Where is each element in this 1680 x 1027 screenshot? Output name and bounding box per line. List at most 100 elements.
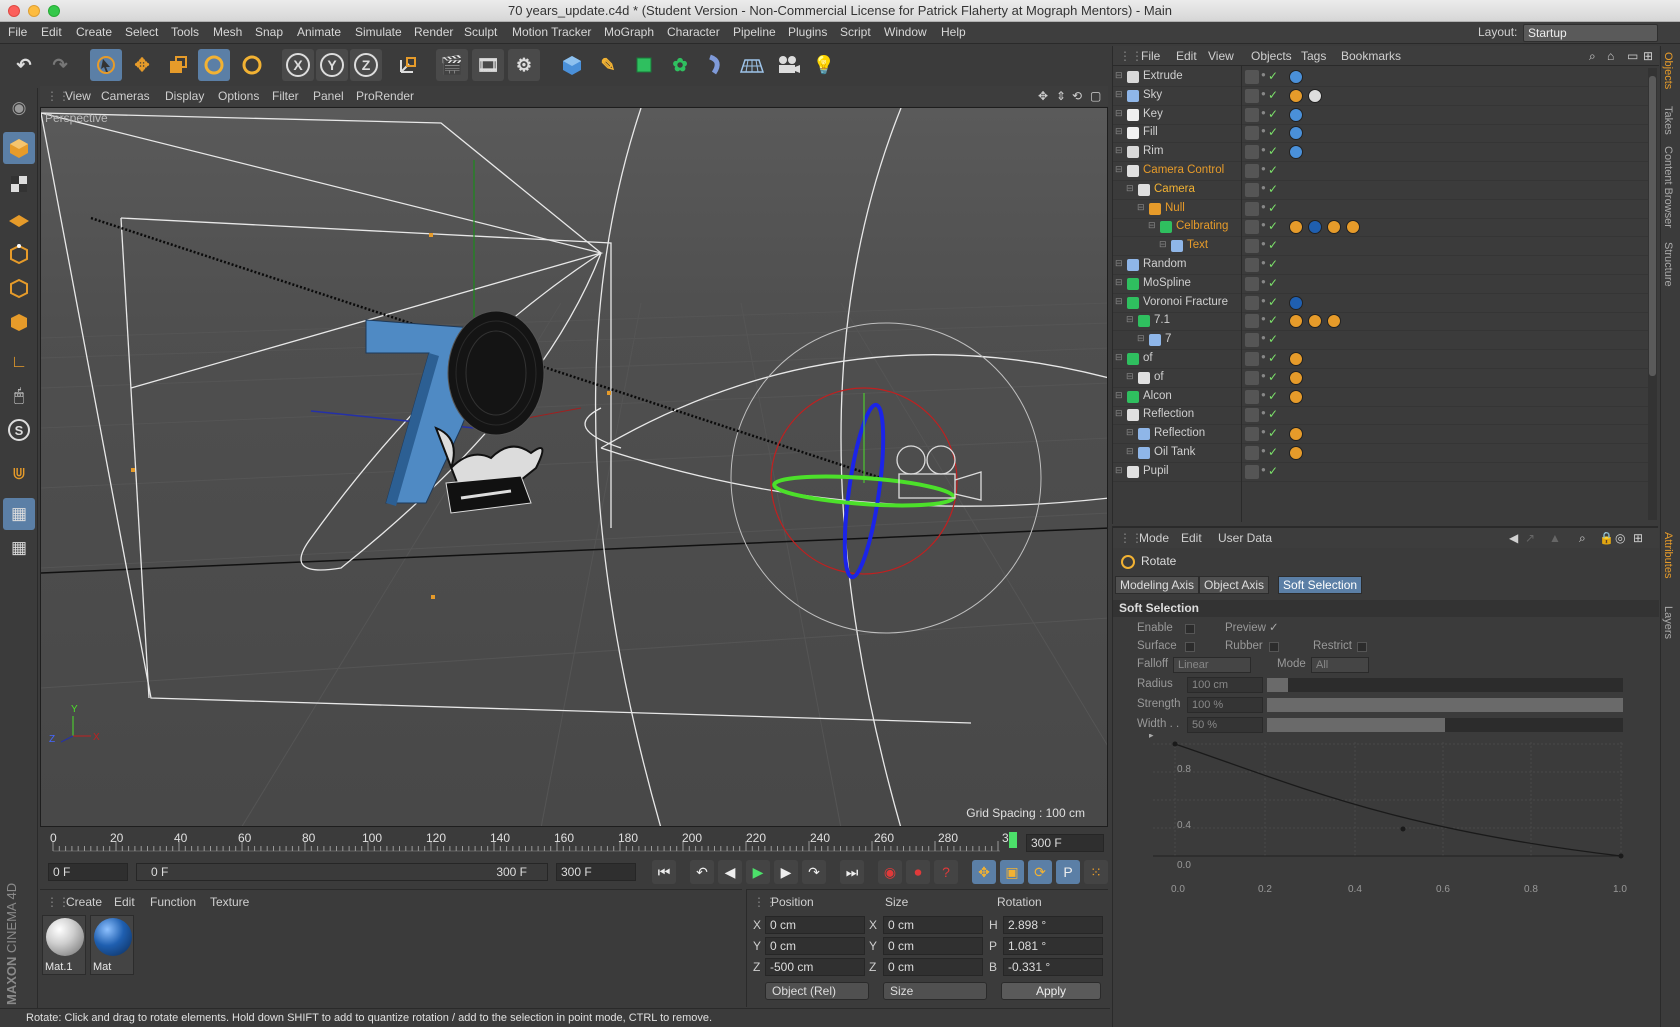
object-tag-icon[interactable]: [1289, 370, 1303, 385]
expand-toggle-icon[interactable]: ⊟: [1115, 258, 1123, 269]
record-active-objects-icon[interactable]: ◉: [878, 860, 902, 884]
editor-visibility-dot[interactable]: ●: [1261, 202, 1266, 211]
perspective-viewport[interactable]: Y X Z Perspective Grid Spacing : 100 cm: [40, 107, 1108, 827]
viewport-orbit-icon[interactable]: ⟲: [1072, 89, 1082, 103]
expand-toggle-icon[interactable]: ⊟: [1115, 126, 1123, 137]
object-row[interactable]: ⊟ Random ● ✓: [1113, 255, 1648, 275]
objects-menu-file[interactable]: File: [1141, 49, 1160, 63]
preview-checkbox[interactable]: ✓: [1269, 620, 1279, 634]
object-tag-icon[interactable]: [1289, 389, 1303, 404]
enabled-check-icon[interactable]: ✓: [1268, 219, 1278, 233]
object-row[interactable]: ⊟ Rim ● ✓: [1113, 142, 1648, 163]
coordinate-mode-dropdown[interactable]: Object (Rel): [765, 982, 869, 1000]
menu-mograph[interactable]: MoGraph: [604, 25, 654, 39]
enabled-check-icon[interactable]: ✓: [1268, 238, 1278, 252]
extruded-zero-object[interactable]: [447, 310, 545, 436]
object-tag-icon[interactable]: [1289, 295, 1303, 310]
editor-visibility-dot[interactable]: ●: [1261, 145, 1266, 154]
layer-visibility-icon[interactable]: [1245, 389, 1259, 404]
object-row[interactable]: ⊟ Alcon ● ✓: [1113, 387, 1648, 407]
rotation-b-field[interactable]: -0.331 °: [1003, 958, 1103, 976]
layer-visibility-icon[interactable]: [1245, 370, 1259, 385]
snapping-icon[interactable]: S: [3, 414, 35, 446]
curve-point[interactable]: [1400, 826, 1406, 832]
object-row[interactable]: ⊟ Camera ● ✓: [1113, 180, 1648, 200]
layer-visibility-icon[interactable]: [1245, 314, 1259, 329]
editor-visibility-dot[interactable]: ●: [1261, 89, 1266, 98]
object-tag-icon[interactable]: [1308, 220, 1322, 235]
viewport-menu-prorender[interactable]: ProRender: [356, 89, 414, 103]
minimize-window-button[interactable]: [28, 5, 40, 17]
enabled-check-icon[interactable]: ✓: [1268, 201, 1278, 215]
position-z-field[interactable]: -500 cm: [765, 958, 865, 976]
material-menu-edit[interactable]: Edit: [114, 895, 135, 909]
polygons-mode-icon[interactable]: [3, 306, 35, 338]
expand-toggle-icon[interactable]: ⊟: [1115, 390, 1123, 401]
enabled-check-icon[interactable]: ✓: [1268, 313, 1278, 327]
editor-visibility-dot[interactable]: ●: [1261, 314, 1266, 323]
falloff-curve-graph[interactable]: ▸: [1113, 734, 1633, 884]
editor-visibility-dot[interactable]: ●: [1261, 427, 1266, 436]
layer-visibility-icon[interactable]: [1245, 446, 1259, 460]
end-frame-field[interactable]: 300 F: [556, 863, 636, 881]
layer-visibility-icon[interactable]: [1245, 164, 1259, 178]
render-view-icon[interactable]: 🎬: [436, 49, 468, 81]
current-frame-field[interactable]: 300 F: [1026, 834, 1104, 852]
collapse-icon[interactable]: ▭: [1627, 49, 1638, 63]
search-icon[interactable]: ⌕: [1589, 49, 1596, 64]
editor-visibility-dot[interactable]: ●: [1261, 220, 1266, 229]
playhead[interactable]: [1009, 832, 1017, 848]
record-parameter-icon[interactable]: P: [1056, 860, 1080, 884]
editor-visibility-dot[interactable]: ●: [1261, 126, 1266, 135]
enabled-check-icon[interactable]: ✓: [1268, 69, 1278, 83]
vtab-takes[interactable]: Takes: [1662, 106, 1674, 135]
surface-checkbox[interactable]: [1185, 642, 1195, 652]
move-icon[interactable]: ✥: [126, 49, 158, 81]
editor-visibility-dot[interactable]: ●: [1261, 408, 1266, 417]
zoom-window-button[interactable]: [48, 5, 60, 17]
settings-icon[interactable]: ◎: [1615, 531, 1625, 545]
viewport-menu-view[interactable]: View: [65, 89, 91, 103]
menu-window[interactable]: Window: [884, 25, 927, 39]
expand-toggle-icon[interactable]: ⊟: [1115, 108, 1123, 119]
object-tag-icon[interactable]: [1289, 352, 1303, 366]
drag-handle-icon[interactable]: ⋮⋮: [1119, 49, 1143, 63]
menu-simulate[interactable]: Simulate: [355, 25, 402, 39]
make-editable-icon[interactable]: ◉: [3, 92, 35, 124]
close-window-button[interactable]: [8, 5, 20, 17]
enabled-check-icon[interactable]: ✓: [1268, 295, 1278, 309]
material-swatch[interactable]: Mat: [90, 915, 134, 975]
object-row[interactable]: ⊟ 7 ● ✓: [1113, 330, 1648, 351]
object-tag-icon[interactable]: [1289, 427, 1303, 442]
viewport-pan-icon[interactable]: ✥: [1038, 89, 1048, 103]
layer-visibility-icon[interactable]: [1245, 295, 1259, 310]
magnet-icon[interactable]: ⋓: [3, 458, 35, 490]
menu-animate[interactable]: Animate: [297, 25, 341, 39]
render-picture-viewer-icon[interactable]: 🎞: [472, 49, 504, 81]
enabled-check-icon[interactable]: ✓: [1268, 182, 1278, 196]
enabled-check-icon[interactable]: ✓: [1268, 332, 1278, 346]
expand-toggle-icon[interactable]: ⊟: [1126, 446, 1134, 457]
expand-toggle-icon[interactable]: ⊟: [1115, 465, 1123, 476]
rubber-checkbox[interactable]: [1269, 642, 1279, 652]
attr-menu-mode[interactable]: Mode: [1139, 531, 1169, 545]
record-position-icon[interactable]: ✥: [972, 860, 996, 884]
expand-toggle-icon[interactable]: ⊟: [1126, 183, 1134, 194]
falloff-dropdown[interactable]: Linear: [1173, 657, 1251, 673]
viewport-menu-options[interactable]: Options: [218, 89, 259, 103]
editor-visibility-dot[interactable]: ●: [1261, 239, 1266, 248]
edit-render-settings-icon[interactable]: ⚙: [508, 49, 540, 81]
up-arrow-icon[interactable]: ↗: [1525, 531, 1535, 545]
pen-spline-icon[interactable]: ✎: [592, 49, 624, 81]
layout-select[interactable]: Startup: [1523, 24, 1658, 42]
object-row[interactable]: ⊟ Pupil ● ✓: [1113, 462, 1648, 482]
editor-visibility-dot[interactable]: ●: [1261, 390, 1266, 399]
expand-toggle-icon[interactable]: ⊟: [1126, 427, 1134, 438]
record-scale-icon[interactable]: ▣: [1000, 860, 1024, 884]
radius-field[interactable]: 100 cm: [1187, 677, 1263, 693]
position-y-field[interactable]: 0 cm: [765, 937, 865, 955]
curve-point[interactable]: [1172, 741, 1178, 747]
preview-range-slider[interactable]: 0 F 300 F: [136, 863, 548, 881]
layer-visibility-icon[interactable]: [1245, 333, 1259, 348]
enabled-check-icon[interactable]: ✓: [1268, 107, 1278, 121]
